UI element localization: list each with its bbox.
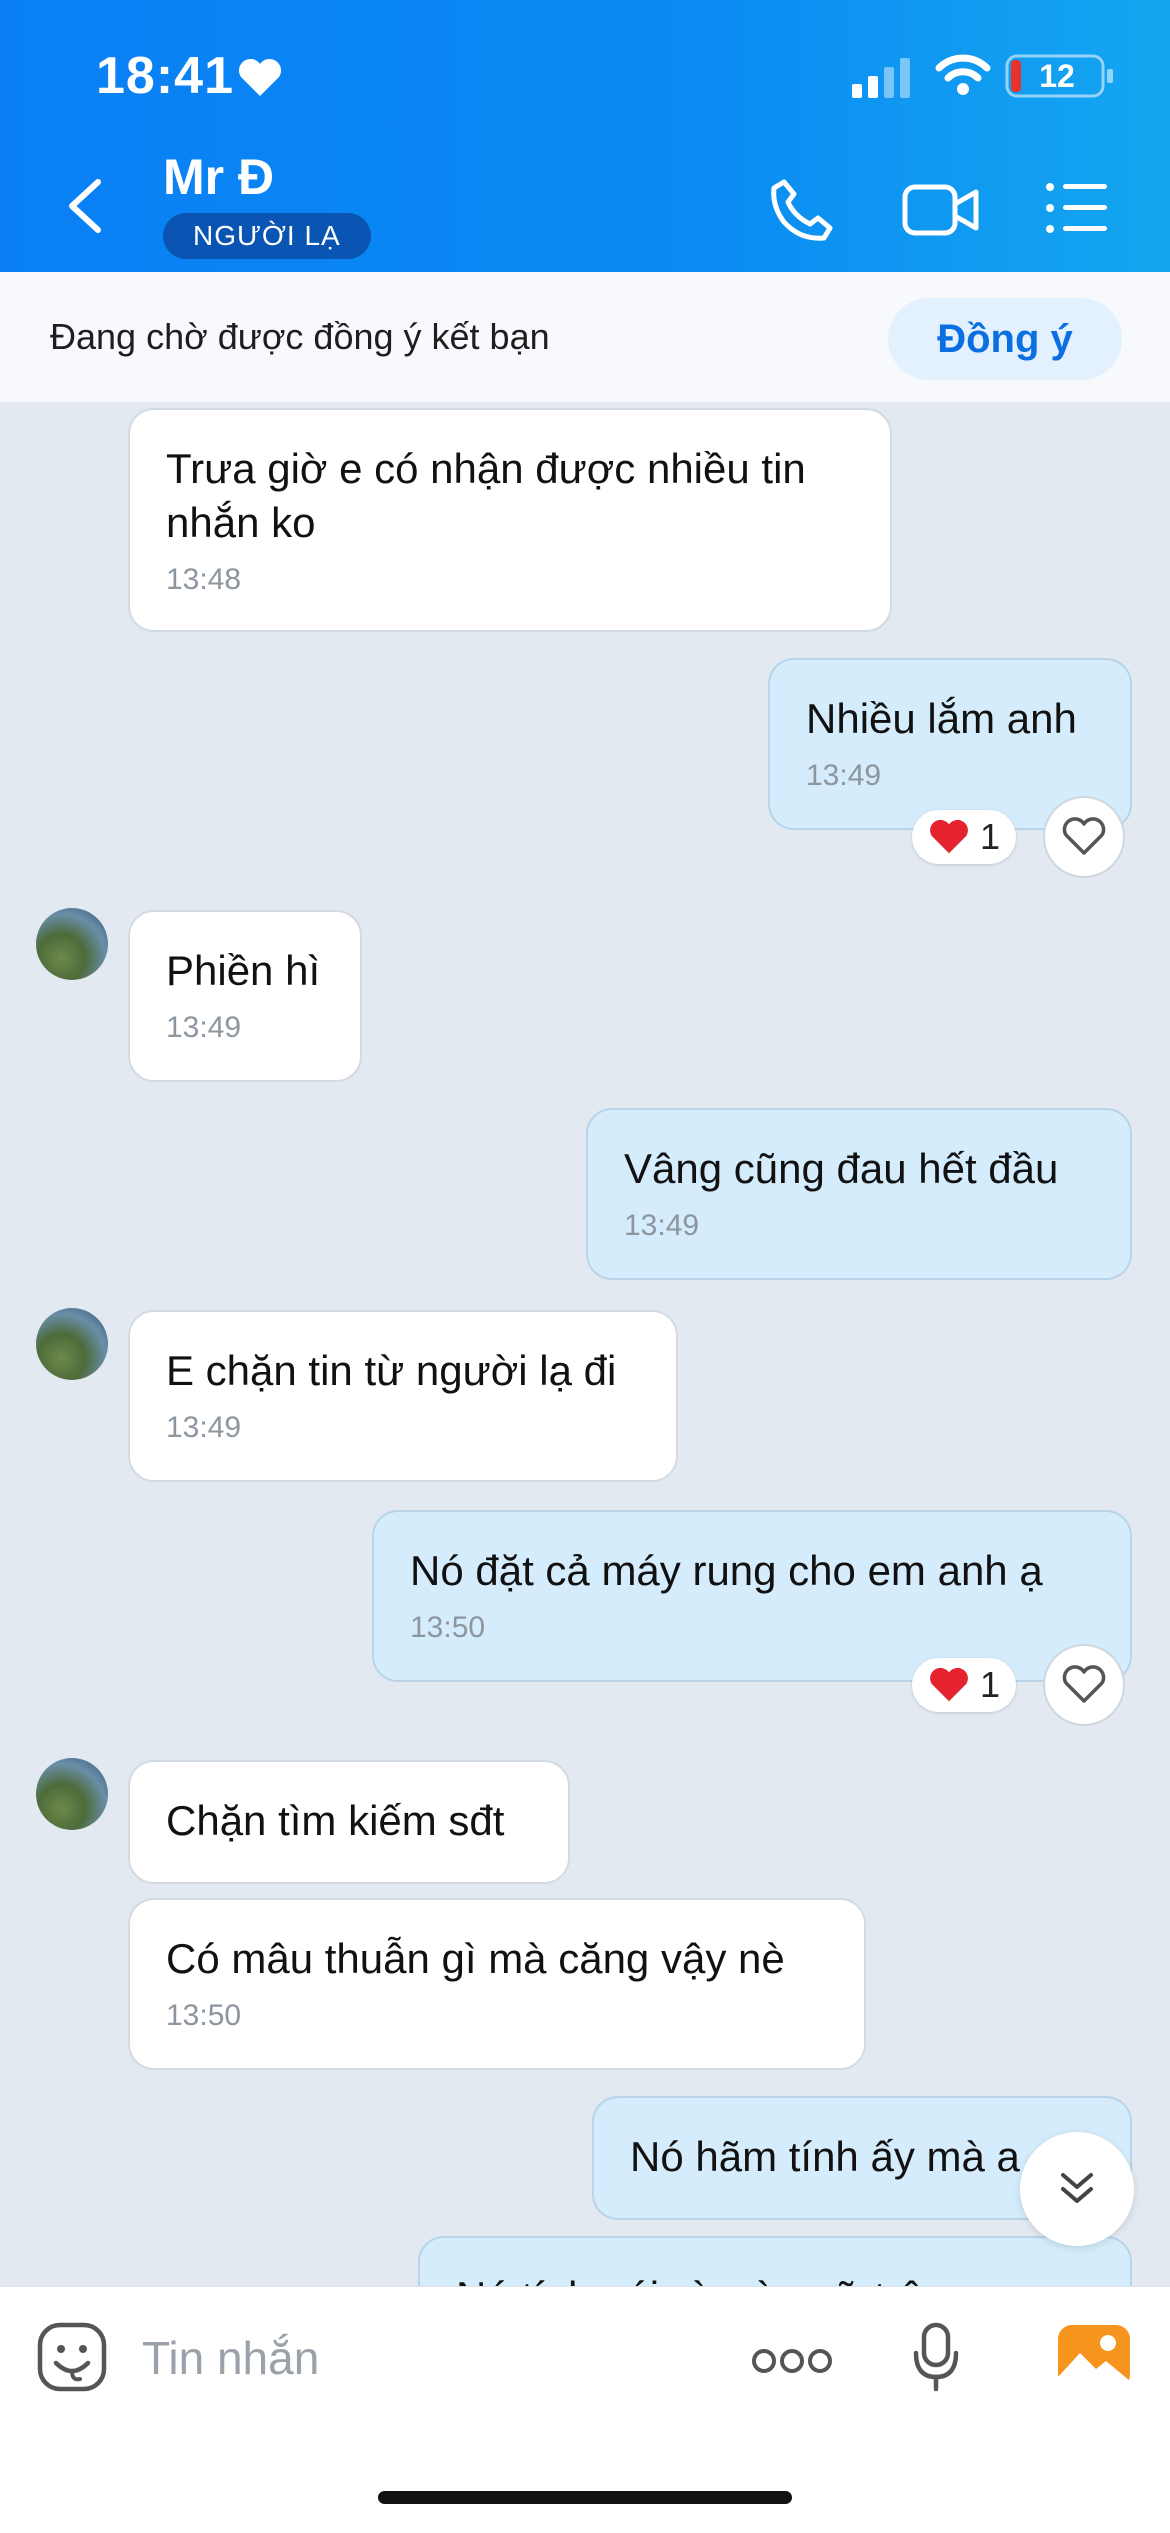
phone-call-icon[interactable]: [770, 178, 834, 242]
scroll-to-bottom-button[interactable]: [1020, 2132, 1134, 2246]
message-time: 13:48: [166, 563, 242, 596]
red-heart-icon: [930, 1667, 968, 1702]
message-bubble[interactable]: E chặn tin từ người lạ đi 13:49: [128, 1310, 678, 1482]
message-bubble[interactable]: Phiền hì 13:49: [128, 910, 362, 1082]
battery-level: 12: [1039, 58, 1075, 94]
message-bubble[interactable]: Chặn tìm kiếm sđt: [128, 1760, 570, 1884]
message-text: Nó đặt cả máy rung cho em anh ạ: [410, 1547, 1043, 1594]
back-chevron-icon[interactable]: [60, 176, 110, 236]
reaction-summary[interactable]: 1: [912, 810, 1017, 864]
sticker-emoji-icon[interactable]: [36, 2321, 108, 2393]
message-text: Nhiều lắm anh: [806, 695, 1077, 742]
reaction-summary[interactable]: 1: [912, 1658, 1017, 1712]
contact-avatar[interactable]: [36, 1308, 108, 1380]
reaction-count: 1: [980, 816, 1001, 857]
message-input[interactable]: Tin nhắn: [142, 2331, 319, 2385]
message-time: 13:49: [166, 1411, 242, 1444]
message-text: Nó tính nói gì mà ngữ trêu: [456, 2270, 1094, 2286]
image-gallery-icon[interactable]: [1056, 2323, 1132, 2391]
double-chevron-down-icon: [1061, 2173, 1093, 2203]
heart-status-icon: [238, 58, 282, 96]
message-text: Phiền hì: [166, 947, 321, 994]
more-options-icon[interactable]: [750, 2347, 834, 2375]
menu-list-icon[interactable]: [1045, 182, 1109, 234]
friend-request-status: Đang chờ được đồng ý kết bạn: [50, 316, 550, 357]
message-text: Có mâu thuẫn gì mà căng vậy nè: [166, 1935, 785, 1982]
message-bubble[interactable]: Nó đặt cả máy rung cho em anh ạ 13:50: [372, 1510, 1132, 1682]
cellular-signal-icon: [852, 58, 910, 98]
accept-friend-button[interactable]: Đồng ý: [888, 298, 1122, 380]
message-bubble[interactable]: Nó tính nói gì mà ngữ trêu: [418, 2236, 1132, 2286]
reaction-count: 1: [980, 1664, 1001, 1705]
message-bubble[interactable]: Vâng cũng đau hết đầu 13:49: [586, 1108, 1132, 1280]
friend-request-bar: Đang chờ được đồng ý kết bạn Đồng ý: [0, 272, 1170, 403]
heart-outline-icon: [1062, 1665, 1106, 1703]
status-time: 18:41: [96, 47, 234, 105]
message-text: Trưa giờ e có nhận được nhiều tin nhắn k…: [166, 445, 806, 546]
message-bubble[interactable]: Trưa giờ e có nhận được nhiều tin nhắn k…: [128, 408, 892, 632]
red-heart-icon: [930, 819, 968, 854]
chat-header: 18:41 12 Mr Đ NGƯỜI LẠ: [0, 0, 1170, 272]
message-time: 13:49: [166, 1011, 242, 1044]
message-text: Chặn tìm kiếm sđt: [166, 1797, 505, 1844]
message-text: E chặn tin từ người lạ đi: [166, 1347, 617, 1394]
message-time: 13:49: [624, 1209, 700, 1242]
react-button[interactable]: [1043, 796, 1125, 878]
message-time: 13:49: [806, 759, 882, 792]
message-time: 13:50: [166, 1999, 242, 2032]
home-indicator: [378, 2491, 792, 2504]
contact-avatar[interactable]: [36, 1758, 108, 1830]
contact-name[interactable]: Mr Đ: [163, 148, 274, 206]
stranger-badge: NGƯỜI LẠ: [163, 213, 371, 259]
microphone-icon[interactable]: [912, 2321, 960, 2393]
message-text: Vâng cũng đau hết đầu: [624, 1145, 1059, 1192]
contact-avatar[interactable]: [36, 908, 108, 980]
video-call-icon[interactable]: [902, 182, 980, 238]
wifi-icon: [935, 54, 991, 95]
heart-outline-icon: [1062, 817, 1106, 855]
message-time: 13:50: [410, 1611, 486, 1644]
message-bubble[interactable]: Có mâu thuẫn gì mà căng vậy nè 13:50: [128, 1898, 866, 2070]
message-list[interactable]: Trưa giờ e có nhận được nhiều tin nhắn k…: [0, 402, 1170, 2286]
react-button[interactable]: [1043, 1644, 1125, 1726]
message-composer: Tin nhắn: [0, 2286, 1170, 2533]
